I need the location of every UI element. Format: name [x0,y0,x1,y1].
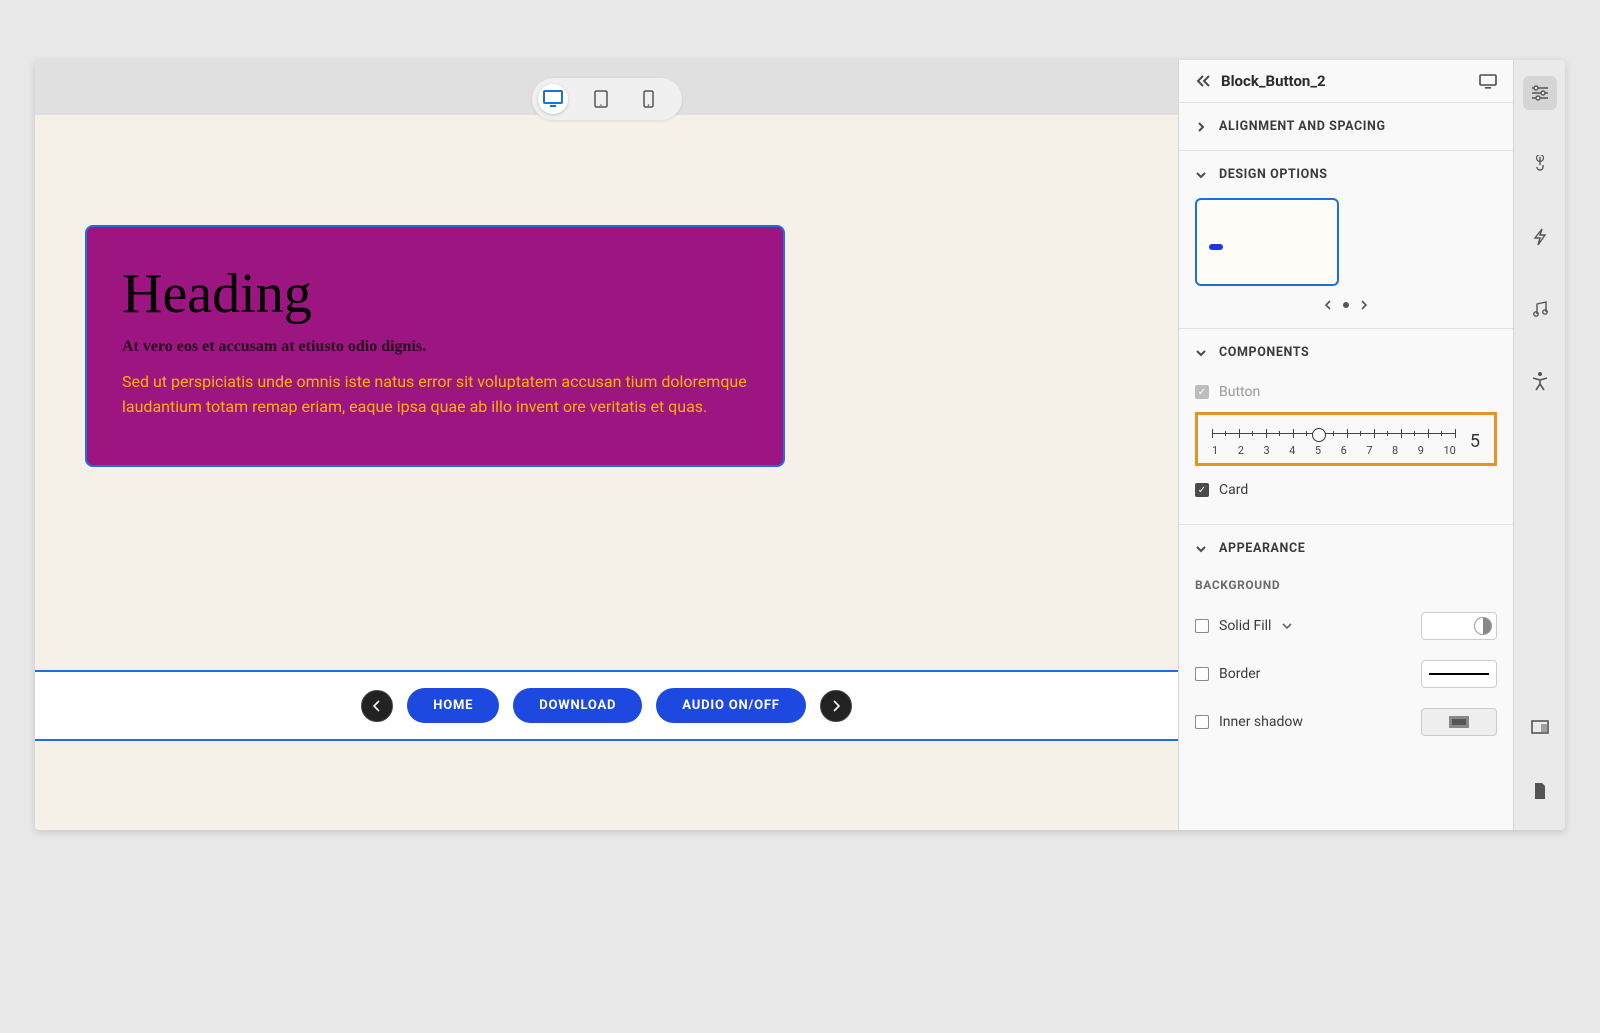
component-button-checkbox[interactable]: ✓ [1195,385,1209,399]
section-appearance-title: APPEARANCE [1219,541,1305,556]
window-icon[interactable] [1523,710,1557,744]
component-button-label: Button [1219,384,1260,400]
preview-screen-icon[interactable] [1479,73,1497,89]
pill-button-audio[interactable]: AUDIO ON/OFF [656,688,805,723]
slider-tick-labels: 1 2 3 4 5 6 7 8 9 10 [1212,444,1456,457]
page-frame[interactable]: Heading At vero eos et accusam at etiust… [35,115,1178,830]
properties-header: Block_Button_2 [1179,60,1513,103]
component-button-row: ✓ Button [1195,376,1497,408]
slider-value: 5 [1470,425,1480,452]
pager-next-icon[interactable] [1359,300,1369,310]
section-design-header[interactable]: DESIGN OPTIONS [1179,151,1513,198]
touch-icon[interactable] [1523,148,1557,182]
chevron-right-icon [1195,121,1207,133]
button-count-slider-highlight: 1 2 3 4 5 6 7 8 9 10 5 [1195,412,1497,466]
inner-shadow-label: Inner shadow [1219,714,1303,730]
slider-thumb[interactable] [1312,428,1326,442]
border-style-swatch[interactable] [1421,660,1497,688]
inner-shadow-checkbox[interactable] [1195,715,1209,729]
collapse-panel-icon[interactable] [1195,74,1211,88]
border-label: Border [1219,666,1260,682]
section-alignment-title: ALIGNMENT AND SPACING [1219,119,1386,134]
inner-shadow-swatch[interactable] [1421,708,1497,736]
content-subheading[interactable]: At vero eos et accusam at etiusto odio d… [122,338,748,356]
prop-solid-fill-row: Solid Fill [1179,602,1513,650]
solid-fill-label: Solid Fill [1219,618,1271,634]
lightning-icon[interactable] [1523,220,1557,254]
viewport-phone-button[interactable] [634,84,664,114]
prev-arrow-button[interactable] [361,690,393,722]
section-appearance-header[interactable]: APPEARANCE [1179,525,1513,572]
section-alignment-header[interactable]: ALIGNMENT AND SPACING [1179,103,1513,150]
button-count-slider[interactable]: 1 2 3 4 5 6 7 8 9 10 [1212,425,1456,457]
properties-panel: Block_Button_2 ALIGNMENT AND SPACING DES… [1178,60,1513,830]
next-arrow-button[interactable] [820,690,852,722]
accessibility-icon[interactable] [1523,364,1557,398]
content-block[interactable]: Heading At vero eos et accusam at etiust… [85,225,785,467]
app-window: Heading At vero eos et accusam at etiust… [35,60,1565,830]
component-card-checkbox[interactable]: ✓ [1195,483,1209,497]
music-icon[interactable] [1523,292,1557,326]
document-icon[interactable] [1523,774,1557,808]
section-alignment: ALIGNMENT AND SPACING [1179,103,1513,151]
border-checkbox[interactable] [1195,667,1209,681]
design-pager [1195,300,1497,310]
component-card-row: ✓ Card [1195,474,1497,506]
pill-button-home[interactable]: HOME [407,688,499,723]
viewport-tablet-button[interactable] [586,84,616,114]
section-components-title: COMPONENTS [1219,345,1309,360]
settings-sliders-icon[interactable] [1523,76,1557,110]
button-bar[interactable]: HOME DOWNLOAD AUDIO ON/OFF [35,671,1178,740]
section-components: COMPONENTS ✓ Button [1179,329,1513,525]
pill-button-download[interactable]: DOWNLOAD [513,688,642,723]
selected-block-title: Block_Button_2 [1221,72,1469,90]
section-design-title: DESIGN OPTIONS [1219,167,1328,182]
chevron-down-icon [1195,543,1207,555]
pager-prev-icon[interactable] [1323,300,1333,310]
content-body[interactable]: Sed ut perspiciatis unde omnis iste natu… [122,370,748,420]
design-option-tile[interactable] [1195,198,1339,286]
chevron-down-icon [1195,347,1207,359]
canvas-area: Heading At vero eos et accusam at etiust… [35,60,1178,830]
pager-dot[interactable] [1343,302,1349,308]
viewport-switcher [532,78,682,120]
section-appearance: APPEARANCE BACKGROUND Solid Fill Border [1179,525,1513,746]
prop-border-row: Border [1179,650,1513,698]
section-design: DESIGN OPTIONS [1179,151,1513,329]
tool-rail [1513,60,1565,830]
prop-inner-shadow-row: Inner shadow [1179,698,1513,746]
component-card-label: Card [1219,482,1248,498]
solid-fill-checkbox[interactable] [1195,619,1209,633]
chevron-down-icon[interactable] [1281,620,1293,632]
content-heading[interactable]: Heading [122,262,748,326]
chevron-down-icon [1195,169,1207,181]
solid-fill-swatch[interactable] [1421,612,1497,640]
viewport-desktop-button[interactable] [538,84,568,114]
section-components-header[interactable]: COMPONENTS [1179,329,1513,376]
appearance-sublabel: BACKGROUND [1179,572,1513,602]
